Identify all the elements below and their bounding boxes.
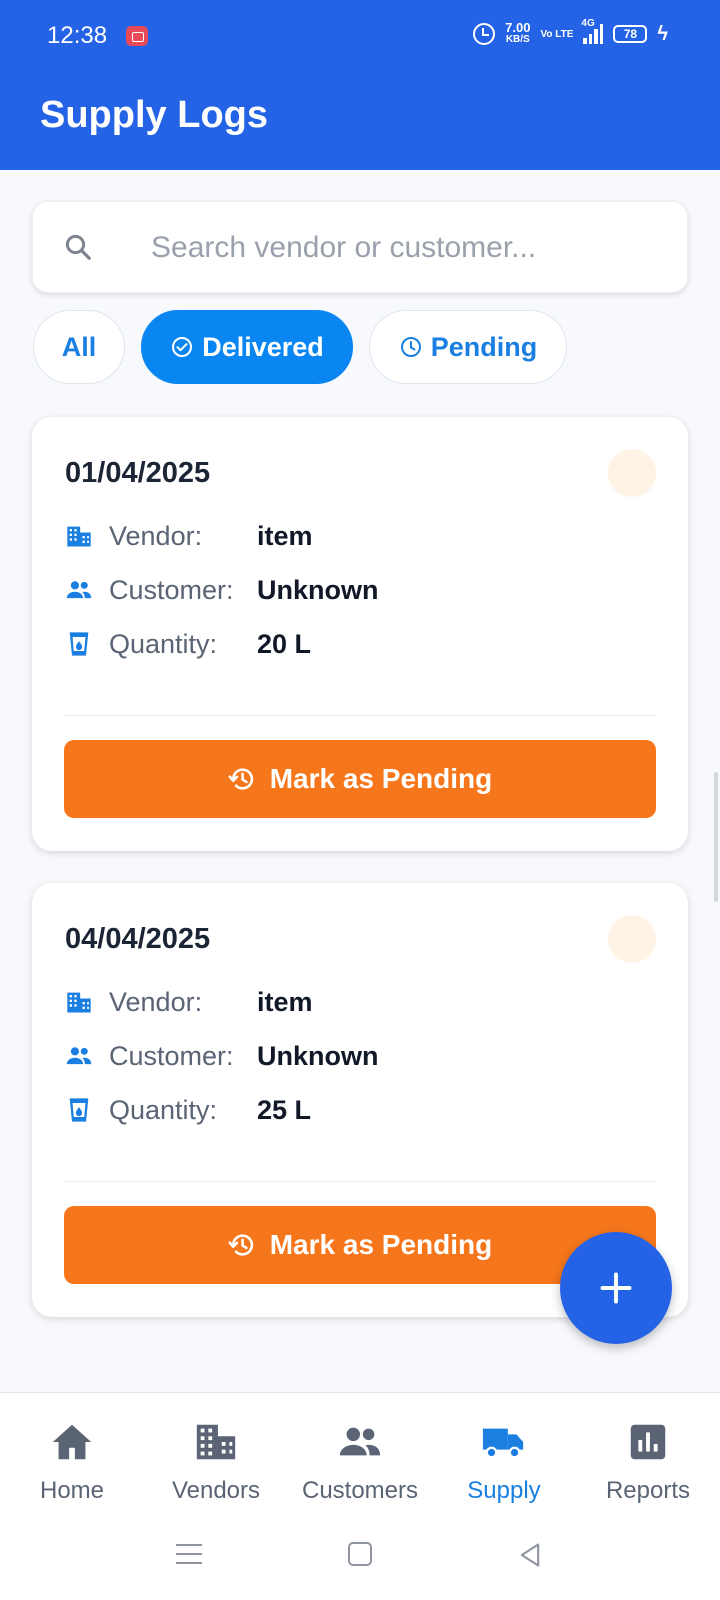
clock-icon xyxy=(400,337,421,357)
status-indicators: 7.00 KB/S Vo LTE 4G 78 ϟ xyxy=(473,18,668,46)
card-divider xyxy=(64,1181,656,1182)
app-bar: 12:38 7.00 KB/S Vo LTE 4G 78 ϟ Supply Log… xyxy=(0,0,720,170)
building-icon xyxy=(67,992,91,1013)
truck-icon xyxy=(482,1428,524,1459)
quantity-label: Quantity: xyxy=(109,628,218,659)
alarm-icon xyxy=(473,23,496,45)
customer-value: Unknown xyxy=(257,574,379,605)
search-icon xyxy=(65,234,91,260)
filter-chip-delivered[interactable]: Delivered xyxy=(141,310,353,384)
vendor-value: item xyxy=(257,986,313,1017)
add-supply-button[interactable] xyxy=(560,1232,672,1344)
card-divider xyxy=(64,715,656,716)
recent-apps-icon[interactable] xyxy=(176,1544,202,1566)
supply-log-card[interactable]: 01/04/2025 Vendor: item Customer: Unknow… xyxy=(32,417,688,851)
people-icon xyxy=(339,1427,381,1456)
screen-record-icon xyxy=(126,26,148,46)
system-nav-bar xyxy=(0,1520,720,1600)
volte-indicator: Vo LTE xyxy=(540,28,574,40)
vendor-row: Vendor: item xyxy=(65,520,313,552)
quantity-label: Quantity: xyxy=(109,1094,218,1125)
charging-icon: ϟ xyxy=(657,22,668,45)
status-indicator xyxy=(608,449,656,497)
nav-item-reports[interactable]: Reports xyxy=(576,1419,720,1505)
net-speed-unit: KB/S xyxy=(505,34,530,45)
filter-chip-label: Delivered xyxy=(202,331,324,362)
nav-label: Vendors xyxy=(171,1477,261,1504)
vendor-label: Vendor: xyxy=(109,520,203,551)
quantity-row: Quantity: 20 L xyxy=(65,628,311,660)
customer-value: Unknown xyxy=(257,1040,379,1071)
nav-label: Reports xyxy=(605,1477,691,1504)
mark-as-pending-button[interactable]: Mark as Pending xyxy=(64,740,656,818)
people-icon xyxy=(66,1047,92,1065)
search-bar[interactable] xyxy=(32,201,688,293)
net-speed: 7.00 KB/S xyxy=(505,20,531,46)
nav-item-supply[interactable]: Supply xyxy=(432,1419,576,1505)
quantity-value: 25 L xyxy=(257,1094,312,1125)
quantity-row: Quantity: 25 L xyxy=(65,1094,311,1126)
scrollbar[interactable] xyxy=(714,772,718,902)
search-input[interactable] xyxy=(151,220,661,276)
status-time: 12:38 xyxy=(47,22,108,49)
nav-label: Home xyxy=(39,1477,105,1504)
mark-as-pending-label: Mark as Pending xyxy=(269,1229,493,1260)
plus-icon xyxy=(600,1272,632,1304)
log-date: 01/04/2025 xyxy=(65,457,211,489)
nav-label: Customers xyxy=(301,1477,419,1504)
quantity-value: 20 L xyxy=(257,628,312,659)
bottom-nav: Home Vendors Customers Supply Reports xyxy=(0,1392,720,1520)
back-icon[interactable] xyxy=(516,1540,544,1570)
water-glass-icon xyxy=(69,1098,89,1122)
nav-item-customers[interactable]: Customers xyxy=(288,1419,432,1505)
nav-label: Supply xyxy=(467,1477,541,1504)
home-icon xyxy=(52,1424,92,1460)
check-circle-icon xyxy=(172,337,193,357)
history-icon xyxy=(228,1234,253,1256)
history-icon xyxy=(228,768,253,790)
status-bar: 12:38 7.00 KB/S Vo LTE 4G 78 ϟ xyxy=(0,0,720,72)
customer-label: Customer: xyxy=(109,574,234,605)
net-speed-value: 7.00 xyxy=(505,20,531,35)
signal-icon: 4G xyxy=(581,18,604,44)
mark-as-pending-label: Mark as Pending xyxy=(269,763,493,794)
filter-chip-label: Pending xyxy=(430,331,538,362)
battery-icon: 78 xyxy=(613,25,648,43)
bar-chart-icon xyxy=(630,1424,666,1460)
nav-item-home[interactable]: Home xyxy=(0,1419,144,1505)
vendor-row: Vendor: item xyxy=(65,986,313,1018)
filter-chip-label: All xyxy=(61,331,97,362)
people-icon xyxy=(66,581,92,599)
customer-row: Customer: Unknown xyxy=(65,1040,379,1072)
filter-chip-pending[interactable]: Pending xyxy=(369,310,567,384)
filter-chip-all[interactable]: All xyxy=(33,310,125,384)
network-type: 4G xyxy=(581,18,595,29)
nav-item-vendors[interactable]: Vendors xyxy=(144,1419,288,1505)
status-indicator xyxy=(608,915,656,963)
customer-label: Customer: xyxy=(109,1040,234,1071)
customer-row: Customer: Unknown xyxy=(65,574,379,606)
building-icon xyxy=(67,526,91,547)
home-button-icon[interactable] xyxy=(348,1542,372,1566)
log-date: 04/04/2025 xyxy=(65,923,211,955)
water-glass-icon xyxy=(69,632,89,656)
vendor-value: item xyxy=(257,520,313,551)
page-title: Supply Logs xyxy=(40,94,268,136)
vendor-label: Vendor: xyxy=(109,986,203,1017)
building-icon xyxy=(196,1424,236,1460)
